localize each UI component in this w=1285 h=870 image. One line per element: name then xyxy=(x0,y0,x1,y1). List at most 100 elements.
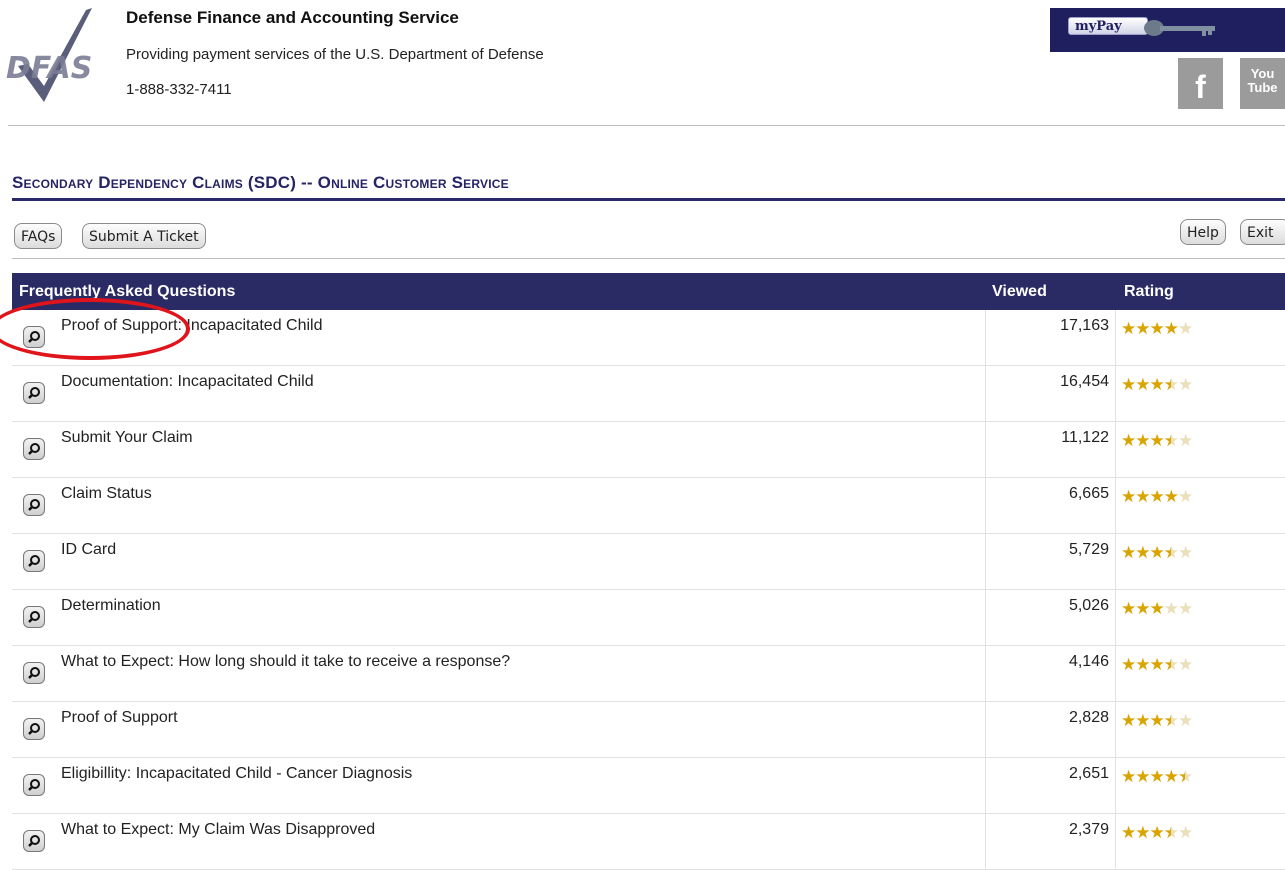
view-count: 2,651 xyxy=(1068,765,1109,782)
column-divider xyxy=(1115,590,1116,645)
column-divider xyxy=(1115,366,1116,421)
question-link[interactable]: Eligibillity: Incapacitated Child - Canc… xyxy=(61,765,412,783)
question-link[interactable]: Documentation: Incapacitated Child xyxy=(61,373,314,391)
table-row[interactable]: Eligibillity: Incapacitated Child - Canc… xyxy=(12,758,1285,814)
star-icon: ★ xyxy=(1135,711,1150,730)
rating-stars: ★★★★★ xyxy=(1121,487,1193,507)
site-header: DFAS Defense Finance and Accounting Serv… xyxy=(0,0,1285,125)
help-button[interactable]: Help xyxy=(1180,219,1226,245)
header-rating[interactable]: Rating xyxy=(1124,283,1174,301)
nav-divider xyxy=(12,258,1285,259)
youtube-icon[interactable]: You Tube xyxy=(1240,58,1285,109)
page-title: Secondary Dependency Claims (SDC) -- Onl… xyxy=(12,173,509,192)
star-icon: ★ xyxy=(1163,543,1179,562)
magnifier-icon[interactable] xyxy=(23,438,45,460)
column-divider xyxy=(1115,310,1116,365)
view-count: 17,163 xyxy=(1060,317,1109,334)
star-icon: ★ xyxy=(1178,487,1193,506)
rating-stars: ★★★★★ xyxy=(1121,823,1193,843)
star-icon: ★ xyxy=(1149,655,1165,674)
key-icon xyxy=(1144,20,1215,36)
org-name: Defense Finance and Accounting Service xyxy=(126,8,459,27)
column-divider xyxy=(1115,534,1116,589)
rating-stars: ★★★★★ xyxy=(1121,655,1193,675)
star-icon: ★ xyxy=(1149,543,1165,562)
column-divider xyxy=(1115,646,1116,701)
star-icon: ★ xyxy=(1178,375,1193,394)
magnifier-icon[interactable] xyxy=(23,326,45,348)
magnifier-icon[interactable] xyxy=(23,830,45,852)
dfas-logo[interactable]: DFAS xyxy=(4,6,114,106)
magnifier-icon[interactable] xyxy=(23,774,45,796)
org-tagline: Providing payment services of the U.S. D… xyxy=(126,46,544,63)
question-link[interactable]: ID Card xyxy=(61,541,116,559)
table-row[interactable]: ID Card 5,729 ★★★★★ xyxy=(12,534,1285,590)
column-divider xyxy=(1115,758,1116,813)
question-link[interactable]: What to Expect: How long should it take … xyxy=(61,653,510,671)
star-icon: ★ xyxy=(1121,599,1136,618)
magnifier-icon[interactable] xyxy=(23,662,45,684)
org-phone: 1-888-332-7411 xyxy=(126,81,232,98)
faqs-button[interactable]: FAQs xyxy=(14,223,63,249)
star-icon: ★ xyxy=(1135,823,1150,842)
star-icon: ★ xyxy=(1163,711,1179,730)
magnifier-icon[interactable] xyxy=(23,550,45,572)
question-link[interactable]: What to Expect: My Claim Was Disapproved xyxy=(61,821,375,839)
star-icon: ★ xyxy=(1163,319,1179,338)
facebook-icon[interactable]: f xyxy=(1178,58,1223,109)
rating-stars: ★★★★★ xyxy=(1121,711,1193,731)
table-row[interactable]: Proof of Support: Incapacitated Child 17,… xyxy=(12,310,1285,366)
star-icon: ★ xyxy=(1135,767,1150,786)
star-icon: ★ xyxy=(1121,823,1136,842)
header-divider xyxy=(8,125,1285,126)
star-icon: ★ xyxy=(1163,823,1179,842)
rating-stars: ★★★★★ xyxy=(1121,375,1193,395)
star-icon: ★ xyxy=(1163,375,1179,394)
question-link[interactable]: Claim Status xyxy=(61,485,152,503)
magnifier-icon[interactable] xyxy=(23,382,45,404)
star-icon: ★ xyxy=(1135,431,1150,450)
star-icon: ★ xyxy=(1149,319,1165,338)
rating-stars: ★★★★★ xyxy=(1121,767,1193,787)
star-icon: ★ xyxy=(1178,823,1193,842)
star-icon: ★ xyxy=(1163,599,1179,618)
magnifier-icon[interactable] xyxy=(23,494,45,516)
star-icon: ★ xyxy=(1135,543,1150,562)
view-count: 16,454 xyxy=(1060,373,1109,390)
question-link[interactable]: Proof of Support xyxy=(61,709,178,727)
star-icon: ★ xyxy=(1178,599,1193,618)
rating-stars: ★★★★★ xyxy=(1121,319,1193,339)
table-row[interactable]: Claim Status 6,665 ★★★★★ xyxy=(12,478,1285,534)
svg-text:DFAS: DFAS xyxy=(6,51,92,86)
star-icon: ★ xyxy=(1149,487,1165,506)
star-icon: ★ xyxy=(1163,431,1179,450)
star-icon: ★ xyxy=(1178,655,1193,674)
exit-button[interactable]: Exit xyxy=(1240,219,1285,245)
view-count: 5,026 xyxy=(1068,597,1109,614)
submit-ticket-button[interactable]: Submit A Ticket xyxy=(82,223,206,249)
question-link[interactable]: Determination xyxy=(61,597,161,615)
star-icon: ★ xyxy=(1149,375,1165,394)
magnifier-icon[interactable] xyxy=(23,718,45,740)
question-link[interactable]: Proof of Support: Incapacitated Child xyxy=(61,317,323,335)
title-divider xyxy=(12,198,1285,201)
faq-table-header: Frequently Asked Questions Viewed Rating xyxy=(12,273,1285,310)
column-divider xyxy=(1115,702,1116,757)
view-count: 5,729 xyxy=(1068,541,1109,558)
star-icon: ★ xyxy=(1163,655,1179,674)
header-viewed[interactable]: Viewed xyxy=(992,283,1047,301)
table-row[interactable]: Documentation: Incapacitated Child 16,454… xyxy=(12,366,1285,422)
header-question[interactable]: Frequently Asked Questions xyxy=(19,283,235,301)
star-icon: ★ xyxy=(1121,431,1136,450)
table-row[interactable]: Submit Your Claim 11,122 ★★★★★ xyxy=(12,422,1285,478)
table-row[interactable]: Proof of Support 2,828 ★★★★★ xyxy=(12,702,1285,758)
magnifier-icon[interactable] xyxy=(23,606,45,628)
view-count: 2,828 xyxy=(1068,709,1109,726)
table-row[interactable]: Determination 5,026 ★★★★★ xyxy=(12,590,1285,646)
question-link[interactable]: Submit Your Claim xyxy=(61,429,193,447)
mypay-label: myPay xyxy=(1068,17,1148,35)
table-row[interactable]: What to Expect: How long should it take … xyxy=(12,646,1285,702)
mypay-banner[interactable]: myPay xyxy=(1050,8,1285,52)
table-row[interactable]: What to Expect: My Claim Was Disapproved… xyxy=(12,814,1285,870)
star-icon: ★ xyxy=(1149,599,1165,618)
